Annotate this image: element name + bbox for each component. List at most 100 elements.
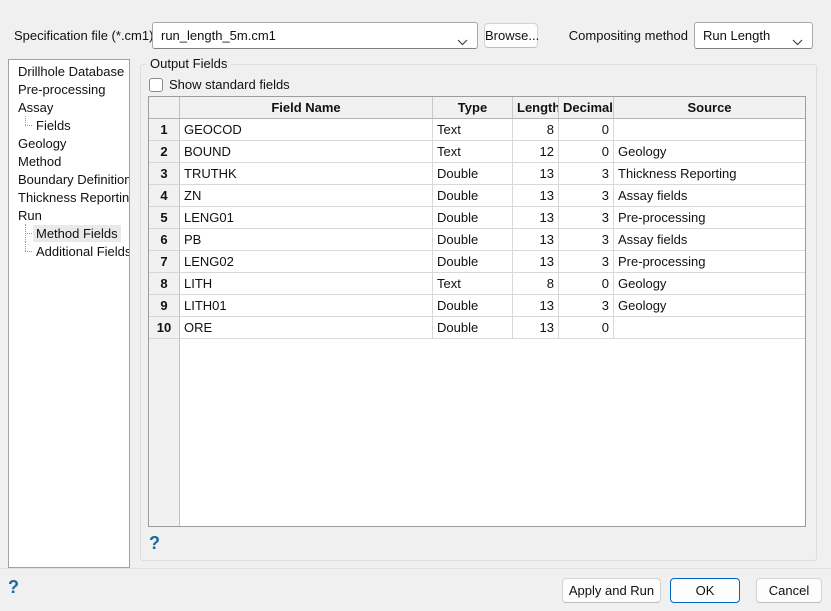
- cell-decimals[interactable]: 0: [559, 273, 614, 295]
- help-icon[interactable]: ?: [149, 534, 160, 552]
- cell-field-name[interactable]: ZN: [180, 185, 433, 207]
- row-number[interactable]: 4: [149, 185, 180, 207]
- table-header-row: Field Name Type Length Decimals Source: [149, 97, 805, 119]
- cell-type[interactable]: Double: [433, 295, 513, 317]
- cell-field-name[interactable]: LENG01: [180, 207, 433, 229]
- cell-decimals[interactable]: 3: [559, 163, 614, 185]
- cell-type[interactable]: Double: [433, 317, 513, 339]
- cell-type[interactable]: Double: [433, 185, 513, 207]
- show-standard-fields-row: Show standard fields: [149, 77, 290, 92]
- sidebar-item-label: Pre-processing: [15, 81, 108, 98]
- sidebar-item-label: Method: [15, 153, 64, 170]
- apply-and-run-button[interactable]: Apply and Run: [562, 578, 661, 603]
- cancel-button[interactable]: Cancel: [756, 578, 822, 603]
- cell-field-name[interactable]: ORE: [180, 317, 433, 339]
- cell-type[interactable]: Text: [433, 141, 513, 163]
- row-number[interactable]: 9: [149, 295, 180, 317]
- chevron-down-icon: [457, 34, 468, 49]
- cell-type[interactable]: Double: [433, 163, 513, 185]
- cell-source[interactable]: Assay fields: [614, 185, 805, 207]
- cell-length[interactable]: 13: [513, 229, 559, 251]
- sidebar-item-label: Thickness Reporting: [15, 189, 130, 206]
- sidebar-item-method[interactable]: Method: [9, 152, 129, 170]
- sidebar-item-geology[interactable]: Geology: [9, 134, 129, 152]
- cell-field-name[interactable]: TRUTHK: [180, 163, 433, 185]
- cell-decimals[interactable]: 0: [559, 317, 614, 339]
- output-fields-group: Output Fields Show standard fields Field…: [140, 64, 817, 561]
- cell-field-name[interactable]: BOUND: [180, 141, 433, 163]
- cell-decimals[interactable]: 3: [559, 229, 614, 251]
- cell-source[interactable]: Pre-processing: [614, 207, 805, 229]
- sidebar-item-label: Assay: [15, 99, 56, 116]
- table-row: 1GEOCODText80: [149, 119, 805, 141]
- cell-source[interactable]: Geology: [614, 295, 805, 317]
- corner-header-cell: [149, 97, 180, 119]
- row-number[interactable]: 10: [149, 317, 180, 339]
- cell-type[interactable]: Double: [433, 251, 513, 273]
- row-number[interactable]: 5: [149, 207, 180, 229]
- tree-connector: [19, 116, 33, 134]
- row-number[interactable]: 1: [149, 119, 180, 141]
- sidebar-item-run[interactable]: Run: [9, 206, 129, 224]
- cell-length[interactable]: 13: [513, 207, 559, 229]
- column-header-length: Length: [513, 97, 559, 119]
- table-row: 5LENG01Double133Pre-processing: [149, 207, 805, 229]
- cell-decimals[interactable]: 3: [559, 207, 614, 229]
- browse-button[interactable]: Browse...: [484, 23, 538, 48]
- cell-length[interactable]: 13: [513, 317, 559, 339]
- sidebar-item-additional-fields[interactable]: Additional Fields: [9, 242, 129, 260]
- cell-source[interactable]: [614, 119, 805, 141]
- chevron-down-icon: [792, 34, 803, 49]
- cell-length[interactable]: 12: [513, 141, 559, 163]
- cell-decimals[interactable]: 3: [559, 251, 614, 273]
- ok-button[interactable]: OK: [670, 578, 740, 603]
- cell-length[interactable]: 13: [513, 163, 559, 185]
- row-number[interactable]: 3: [149, 163, 180, 185]
- cell-source[interactable]: Pre-processing: [614, 251, 805, 273]
- sidebar-item-label: Boundary Definition: [15, 171, 130, 188]
- row-number[interactable]: 6: [149, 229, 180, 251]
- cell-field-name[interactable]: LITH01: [180, 295, 433, 317]
- cell-length[interactable]: 13: [513, 295, 559, 317]
- sidebar-item-thickness-reporting[interactable]: Thickness Reporting: [9, 188, 129, 206]
- show-standard-fields-checkbox[interactable]: [149, 78, 163, 92]
- cell-decimals[interactable]: 0: [559, 119, 614, 141]
- cell-length[interactable]: 8: [513, 119, 559, 141]
- cell-decimals[interactable]: 3: [559, 185, 614, 207]
- cell-type[interactable]: Text: [433, 119, 513, 141]
- cell-source[interactable]: Thickness Reporting: [614, 163, 805, 185]
- row-number[interactable]: 7: [149, 251, 180, 273]
- cell-source[interactable]: Geology: [614, 273, 805, 295]
- spec-file-label: Specification file (*.cm1): [14, 22, 153, 49]
- sidebar-item-boundary-definition[interactable]: Boundary Definition: [9, 170, 129, 188]
- cell-length[interactable]: 13: [513, 185, 559, 207]
- compositing-method-label: Compositing method: [566, 22, 688, 49]
- cell-field-name[interactable]: PB: [180, 229, 433, 251]
- cell-decimals[interactable]: 3: [559, 295, 614, 317]
- sidebar-item-pre-processing[interactable]: Pre-processing: [9, 80, 129, 98]
- table-row: 4ZNDouble133Assay fields: [149, 185, 805, 207]
- row-number[interactable]: 2: [149, 141, 180, 163]
- sidebar-item-fields[interactable]: Fields: [9, 116, 129, 134]
- cell-field-name[interactable]: LENG02: [180, 251, 433, 273]
- cell-length[interactable]: 8: [513, 273, 559, 295]
- sidebar-item-drillhole-database[interactable]: Drillhole Database: [9, 62, 129, 80]
- sidebar-item-assay[interactable]: Assay: [9, 98, 129, 116]
- cell-field-name[interactable]: GEOCOD: [180, 119, 433, 141]
- cell-length[interactable]: 13: [513, 251, 559, 273]
- help-icon[interactable]: ?: [8, 578, 19, 596]
- spec-file-combobox[interactable]: run_length_5m.cm1: [152, 22, 478, 49]
- cell-type[interactable]: Text: [433, 273, 513, 295]
- column-header-decimals: Decimals: [559, 97, 614, 119]
- cell-type[interactable]: Double: [433, 229, 513, 251]
- cell-source[interactable]: Assay fields: [614, 229, 805, 251]
- cell-field-name[interactable]: LITH: [180, 273, 433, 295]
- cell-decimals[interactable]: 0: [559, 141, 614, 163]
- sidebar-item-method-fields[interactable]: Method Fields: [9, 224, 129, 242]
- cell-source[interactable]: Geology: [614, 141, 805, 163]
- table-row: 9LITH01Double133Geology: [149, 295, 805, 317]
- cell-source[interactable]: [614, 317, 805, 339]
- row-number[interactable]: 8: [149, 273, 180, 295]
- cell-type[interactable]: Double: [433, 207, 513, 229]
- compositing-method-dropdown[interactable]: Run Length: [694, 22, 813, 49]
